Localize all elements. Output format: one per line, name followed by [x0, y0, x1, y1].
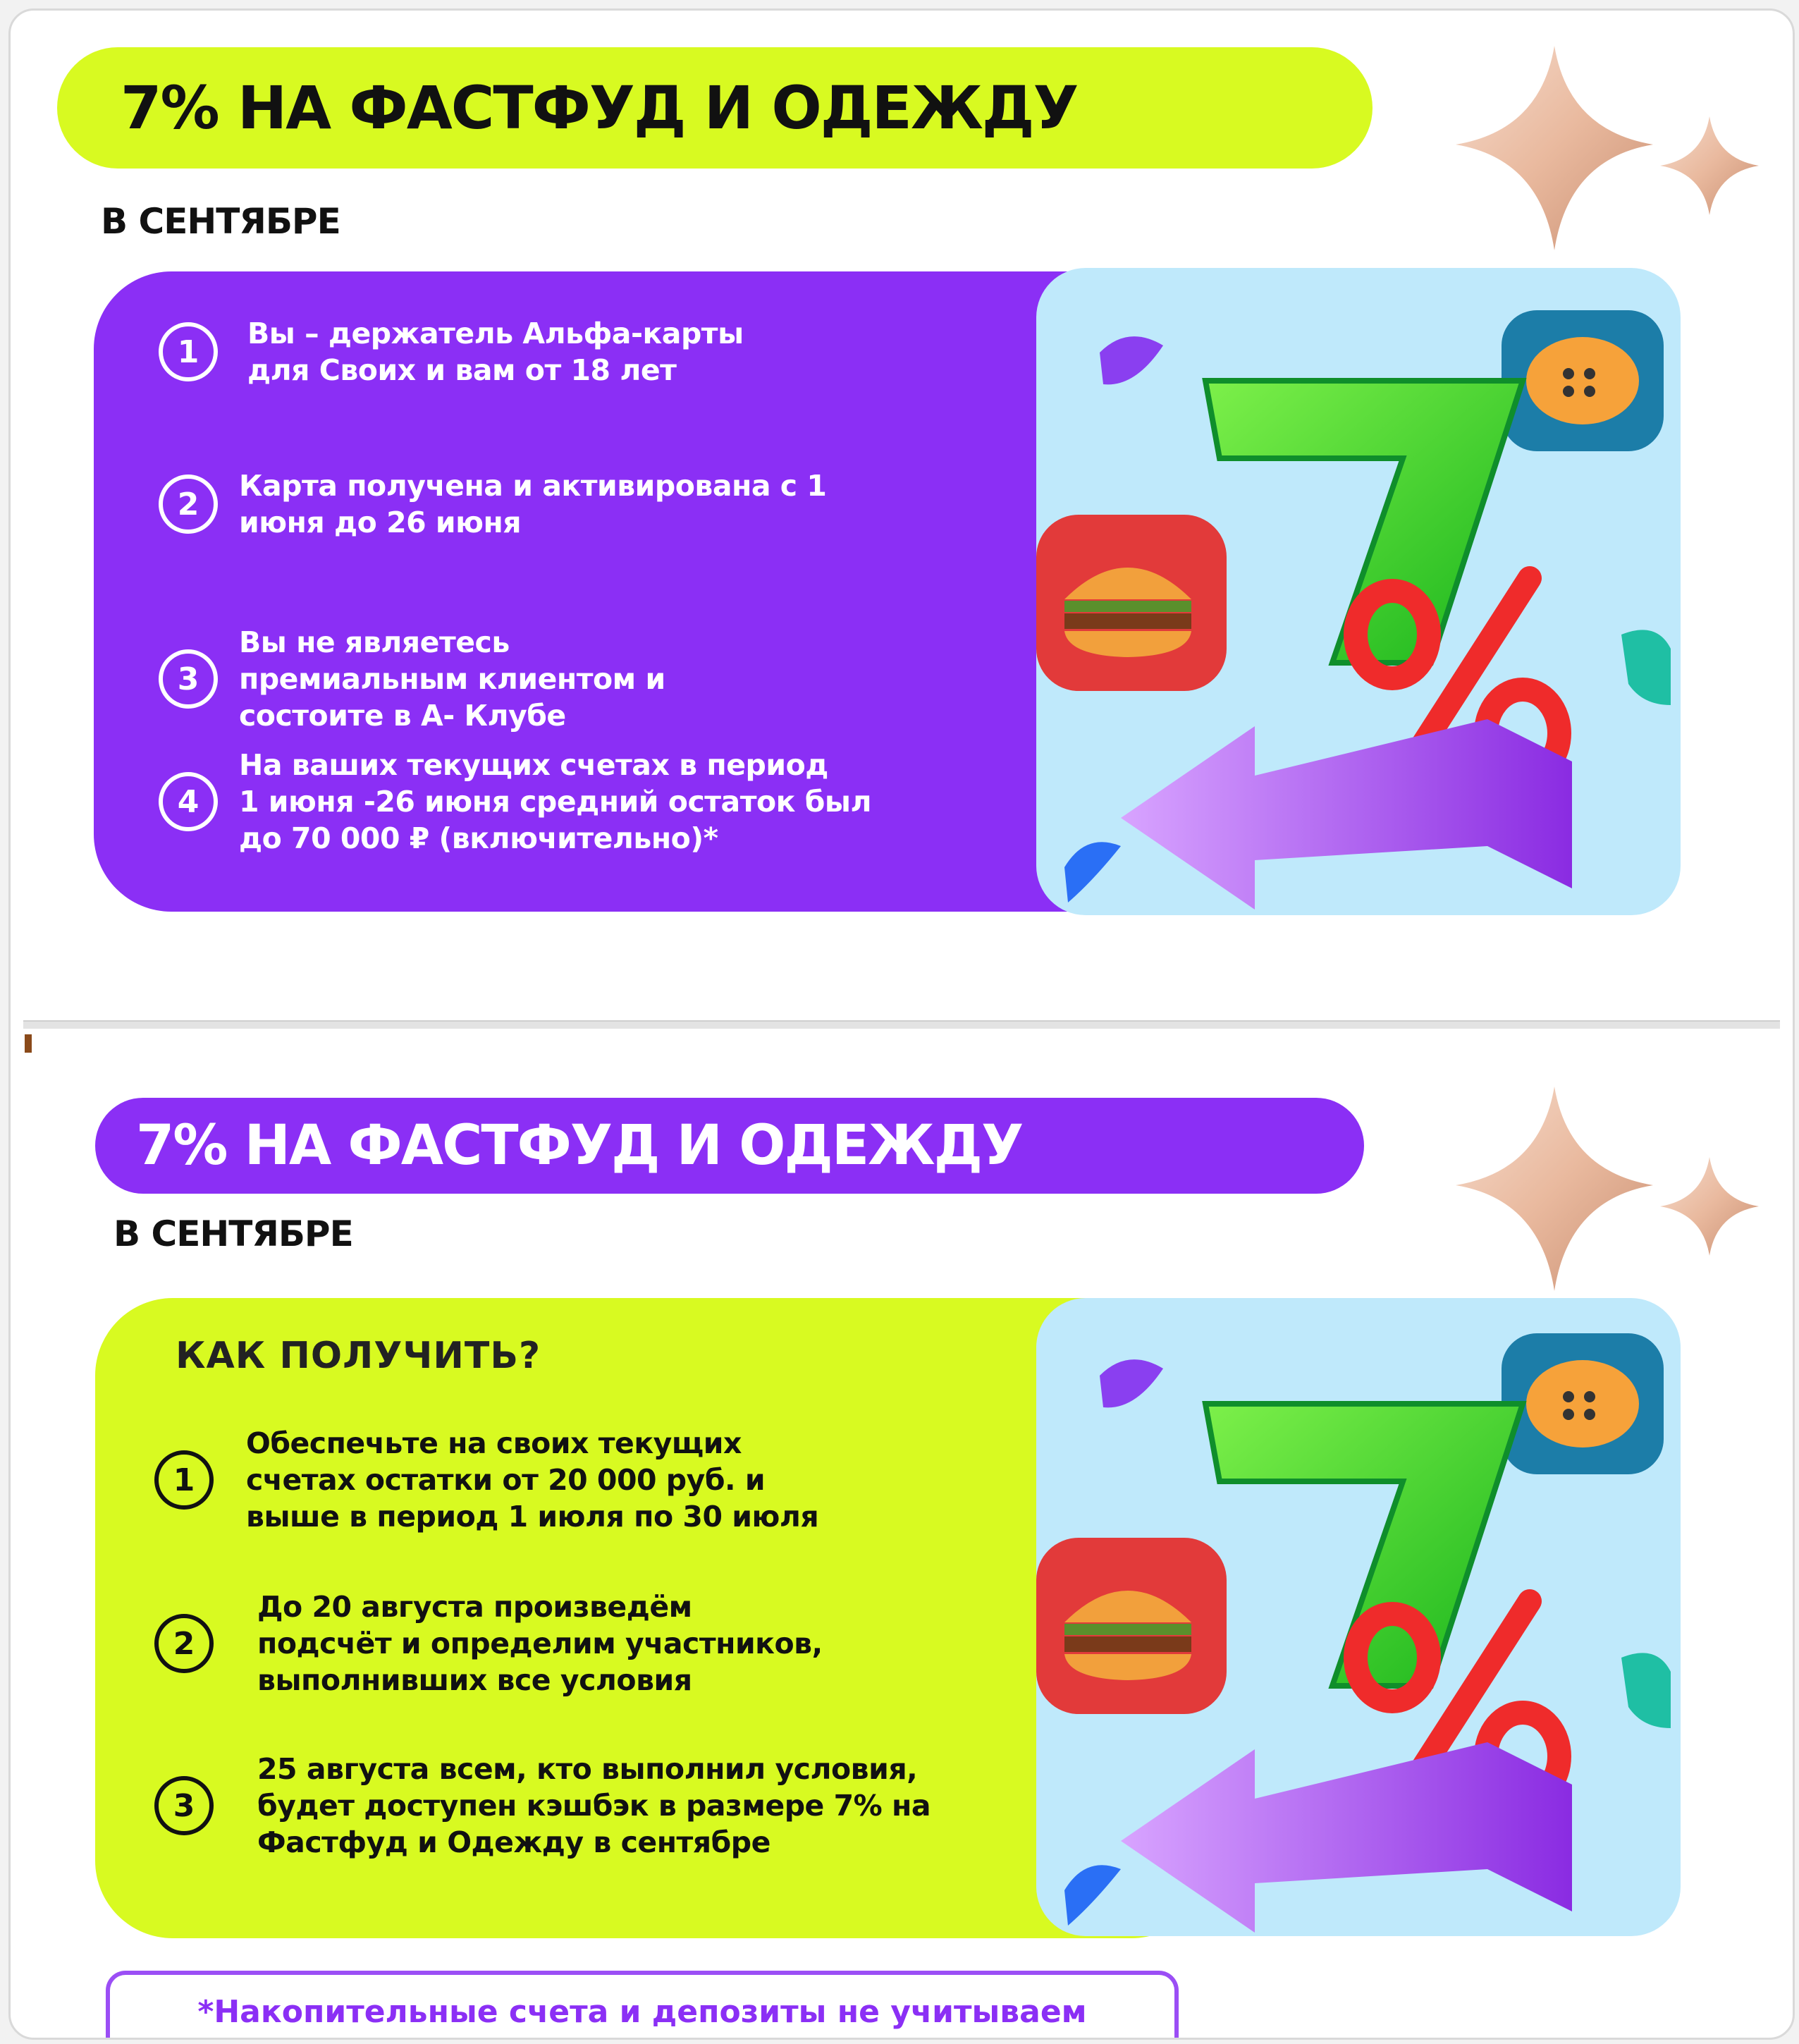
burger-icon: [1036, 515, 1227, 691]
condition-text: Вы не являетесь премиальным клиентом и с…: [239, 625, 665, 733]
step-text: До 20 августа произведём подсчёт и опред…: [257, 1590, 823, 1697]
slide-subtitle: В СЕНТЯБРЕ: [113, 1213, 354, 1254]
slides-frame: 7% НА ФАСТФУД И ОДЕЖДУ В СЕНТЯБРЕ 1 Вы –…: [8, 8, 1795, 2040]
sparkle-icon: [1456, 1087, 1759, 1291]
button-icon: [1502, 1333, 1664, 1474]
promo-illustration: [1036, 1298, 1681, 1936]
condition-text: Вы – держатель Альфа-карты для Своих и в…: [247, 317, 744, 387]
slide-title-pill: 7% НА ФАСТФУД И ОДЕЖДУ: [57, 47, 1373, 169]
how-to-get-heading: КАК ПОЛУЧИТЬ?: [176, 1335, 541, 1377]
slide-title-pill: 7% НА ФАСТФУД И ОДЕЖДУ: [95, 1098, 1364, 1194]
section-divider: [23, 1020, 1780, 1029]
step-number-badge: 1: [159, 322, 218, 381]
step-number-badge: 4: [159, 772, 218, 831]
condition-text: Карта получена и активирована с 1 июня д…: [239, 469, 827, 539]
button-icon: [1502, 310, 1664, 451]
slide-subtitle: В СЕНТЯБРЕ: [101, 201, 341, 242]
step-item: 2 До 20 августа произведём подсчёт и опр…: [154, 1589, 823, 1699]
step-item: 3 25 августа всем, кто выполнил условия,…: [154, 1751, 931, 1861]
step-number-badge: 2: [159, 475, 218, 534]
footnote: *Накопительные счета и депозиты не учиты…: [106, 1971, 1179, 2038]
step-number-badge: 1: [154, 1450, 214, 1510]
step-number-badge: 2: [154, 1614, 214, 1673]
sparkle-icon: [1456, 46, 1759, 250]
promo-illustration: [1036, 268, 1681, 915]
condition-text: На ваших текущих счетах в период 1 июня …: [239, 748, 871, 855]
slide-conditions: 7% НА ФАСТФУД И ОДЕЖДУ В СЕНТЯБРЕ 1 Вы –…: [11, 11, 1793, 1022]
step-text: Обеспечьте на своих текущих счетах остат…: [246, 1426, 819, 1534]
condition-item: 2 Карта получена и активирована с 1 июня…: [159, 467, 827, 541]
step-text: 25 августа всем, кто выполнил условия, б…: [257, 1752, 931, 1859]
step-number-badge: 3: [154, 1776, 214, 1835]
step-number-badge: 3: [159, 649, 218, 709]
burger-icon: [1036, 1538, 1227, 1714]
condition-item: 1 Вы – держатель Альфа-карты для Своих и…: [159, 315, 744, 388]
condition-item: 4 На ваших текущих счетах в период 1 июн…: [159, 747, 871, 857]
step-item: 1 Обеспечьте на своих текущих счетах ост…: [154, 1425, 819, 1535]
condition-item: 3 Вы не являетесь премиальным клиентом и…: [159, 624, 665, 734]
slide-how-to-get: 7% НА ФАСТФУД И ОДЕЖДУ В СЕНТЯБРЕ КАК ПО…: [11, 1032, 1793, 2038]
